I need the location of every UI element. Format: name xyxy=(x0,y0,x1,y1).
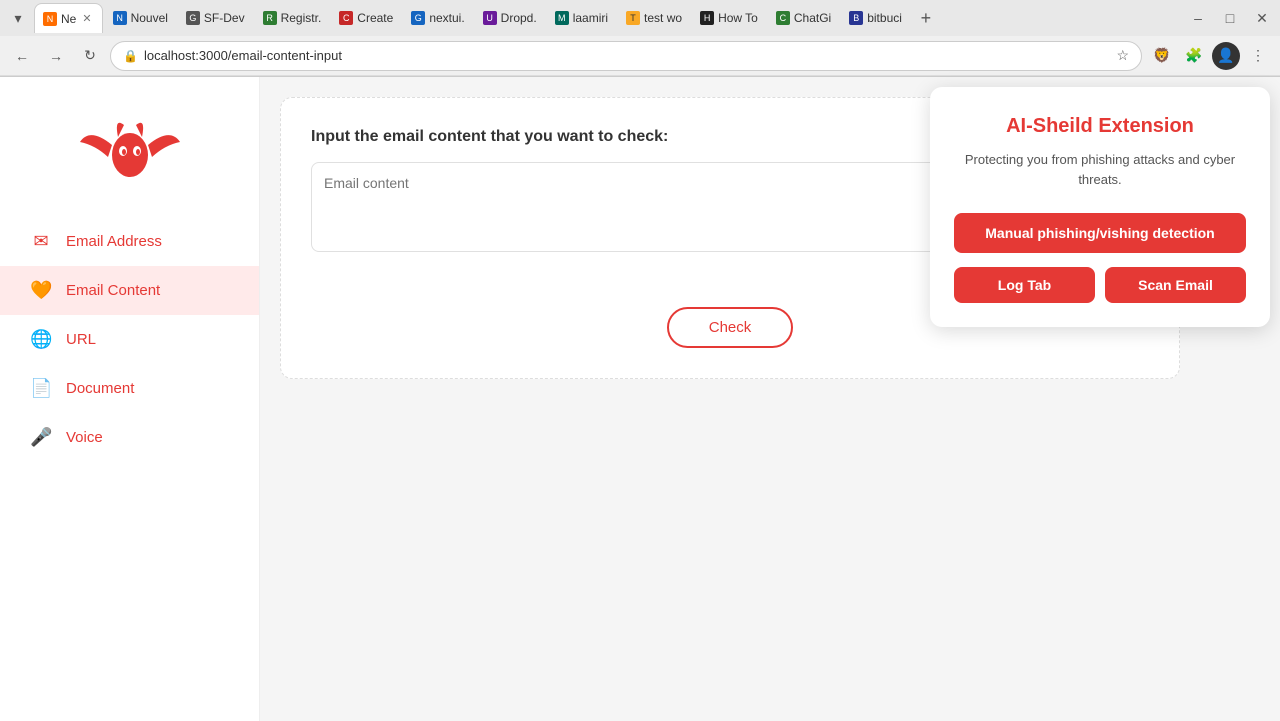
tab-bar: ▾ N Ne ✕ N Nouvel G SF-Dev R Registr. C … xyxy=(0,0,1280,36)
url-text: localhost:3000/email-content-input xyxy=(144,48,1110,63)
forward-button[interactable]: → xyxy=(42,42,70,70)
tab-favicon-11: C xyxy=(776,11,790,25)
sidebar-label-document: Document xyxy=(66,380,134,397)
tab-label-1: Ne xyxy=(61,12,76,26)
log-tab-button[interactable]: Log Tab xyxy=(954,267,1095,303)
brave-shield-icon[interactable]: 🦁 xyxy=(1148,42,1176,70)
popup-subtitle: Protecting you from phishing attacks and… xyxy=(954,150,1246,189)
manual-detection-button[interactable]: Manual phishing/vishing detection xyxy=(954,213,1246,253)
tab-8[interactable]: M laamiri xyxy=(547,3,616,33)
maximize-button[interactable]: □ xyxy=(1216,4,1244,32)
back-button[interactable]: ← xyxy=(8,42,36,70)
tab-favicon-3: G xyxy=(186,11,200,25)
tab-7[interactable]: U Dropd. xyxy=(475,3,545,33)
tab-label-8: laamiri xyxy=(573,11,608,25)
tab-history-btn[interactable]: ▾ xyxy=(4,4,32,32)
bookmark-icon[interactable]: ☆ xyxy=(1116,47,1129,64)
tab-label-12: bitbuci xyxy=(867,11,902,25)
address-bar: ← → ↻ 🔒 localhost:3000/email-content-inp… xyxy=(0,36,1280,76)
main-content: Input the email content that you want to… xyxy=(260,77,1280,721)
browser-chrome: ▾ N Ne ✕ N Nouvel G SF-Dev R Registr. C … xyxy=(0,0,1280,77)
tab-2[interactable]: N Nouvel xyxy=(105,3,176,33)
tab-6[interactable]: G nextui. xyxy=(403,3,472,33)
tab-label-11: ChatGi xyxy=(794,11,831,25)
sidebar-label-email-content: Email Content xyxy=(66,282,160,299)
tab-favicon-7: U xyxy=(483,11,497,25)
sidebar-item-document[interactable]: 📄 Document xyxy=(0,364,259,413)
tab-label-9: test wo xyxy=(644,11,682,25)
tab-label-3: SF-Dev xyxy=(204,11,245,25)
tab-12[interactable]: B bitbuci xyxy=(841,3,910,33)
minimize-button[interactable]: – xyxy=(1184,4,1212,32)
email-content-icon: 🧡 xyxy=(30,280,52,301)
url-icon: 🌐 xyxy=(30,329,52,350)
tab-10[interactable]: H How To xyxy=(692,3,766,33)
tab-label-7: Dropd. xyxy=(501,11,537,25)
tab-11[interactable]: C ChatGi xyxy=(768,3,839,33)
extensions-icon[interactable]: 🧩 xyxy=(1180,42,1208,70)
tab-5[interactable]: C Create xyxy=(331,3,401,33)
voice-icon: 🎤 xyxy=(30,427,52,448)
tab-active[interactable]: N Ne ✕ xyxy=(34,3,103,33)
reload-button[interactable]: ↻ xyxy=(76,42,104,70)
tab-favicon-2: N xyxy=(113,11,127,25)
lock-icon: 🔒 xyxy=(123,49,138,63)
document-icon: 📄 xyxy=(30,378,52,399)
profile-icon[interactable]: 👤 xyxy=(1212,42,1240,70)
window-controls: – □ ✕ xyxy=(1184,4,1276,32)
sidebar-label-email-address: Email Address xyxy=(66,233,162,250)
sidebar-item-email-content[interactable]: 🧡 Email Content xyxy=(0,266,259,315)
tab-9[interactable]: T test wo xyxy=(618,3,690,33)
tab-favicon-6: G xyxy=(411,11,425,25)
sidebar: ✉ Email Address 🧡 Email Content 🌐 URL 📄 … xyxy=(0,77,260,721)
tab-label-10: How To xyxy=(718,11,758,25)
sidebar-item-voice[interactable]: 🎤 Voice xyxy=(0,413,259,462)
tab-close-1[interactable]: ✕ xyxy=(80,10,93,27)
tab-label-2: Nouvel xyxy=(131,11,168,25)
sidebar-label-url: URL xyxy=(66,331,96,348)
sidebar-item-email-address[interactable]: ✉ Email Address xyxy=(0,217,259,266)
email-address-icon: ✉ xyxy=(30,231,52,252)
app-logo xyxy=(70,107,190,187)
tab-favicon-12: B xyxy=(849,11,863,25)
check-button[interactable]: Check xyxy=(667,307,794,348)
tab-label-4: Registr. xyxy=(281,11,322,25)
tab-favicon-8: M xyxy=(555,11,569,25)
tab-4[interactable]: R Registr. xyxy=(255,3,330,33)
sidebar-label-voice: Voice xyxy=(66,429,103,446)
tab-favicon-1: N xyxy=(43,12,57,26)
tab-favicon-10: H xyxy=(700,11,714,25)
tab-label-5: Create xyxy=(357,11,393,25)
new-tab-button[interactable]: + xyxy=(912,4,940,32)
popup-title: AI-Sheild Extension xyxy=(954,115,1246,138)
logo-container xyxy=(0,97,259,217)
popup-row-buttons: Log Tab Scan Email xyxy=(954,267,1246,303)
tab-favicon-4: R xyxy=(263,11,277,25)
app-container: ✉ Email Address 🧡 Email Content 🌐 URL 📄 … xyxy=(0,77,1280,721)
tab-favicon-9: T xyxy=(626,11,640,25)
url-bar[interactable]: 🔒 localhost:3000/email-content-input ☆ xyxy=(110,41,1142,71)
tab-favicon-5: C xyxy=(339,11,353,25)
toolbar-right: 🦁 🧩 👤 ⋮ xyxy=(1148,42,1272,70)
sidebar-item-url[interactable]: 🌐 URL xyxy=(0,315,259,364)
close-window-button[interactable]: ✕ xyxy=(1248,4,1276,32)
tab-label-6: nextui. xyxy=(429,11,464,25)
extension-popup: AI-Sheild Extension Protecting you from … xyxy=(930,87,1270,327)
tab-3[interactable]: G SF-Dev xyxy=(178,3,253,33)
menu-icon[interactable]: ⋮ xyxy=(1244,42,1272,70)
scan-email-button[interactable]: Scan Email xyxy=(1105,267,1246,303)
